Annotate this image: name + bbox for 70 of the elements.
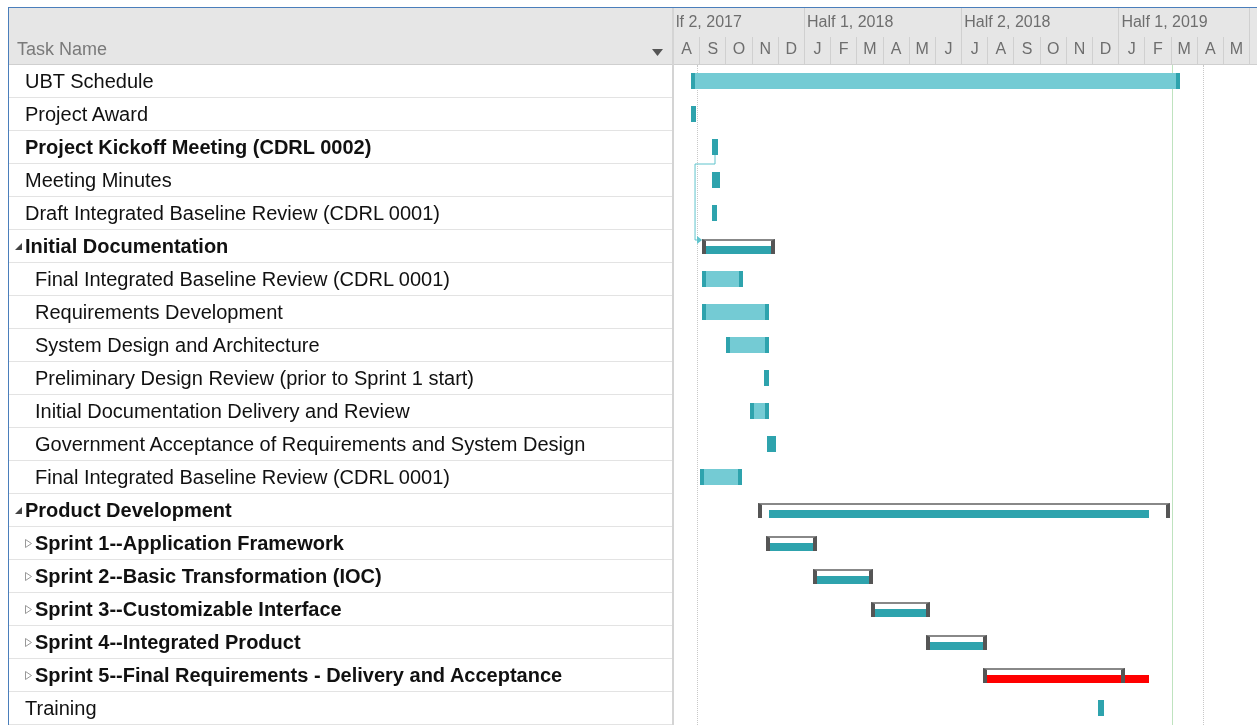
summary-bracket[interactable] — [758, 503, 1170, 518]
month-label: A — [1205, 40, 1216, 57]
task-bar[interactable] — [1097, 700, 1104, 716]
collapse-triangle-icon[interactable] — [15, 506, 22, 514]
month-label: M — [1229, 40, 1244, 57]
task-bar[interactable] — [766, 436, 776, 452]
month-label: N — [759, 40, 771, 57]
month-label: J — [1127, 40, 1136, 57]
expand-triangle-icon[interactable] — [25, 670, 32, 680]
month-label: F — [1153, 40, 1163, 57]
task-bar[interactable] — [701, 304, 769, 320]
expand-triangle-icon[interactable] — [25, 637, 32, 647]
task-name[interactable]: Sprint 3--Customizable Interface — [35, 597, 342, 621]
task-name[interactable]: Government Acceptance of Requirements and System Design — [35, 432, 586, 456]
task-name[interactable]: Project Award — [25, 102, 149, 126]
month-label: M — [863, 40, 877, 57]
timescale-label: lf 2, 2017 — [676, 13, 742, 30]
task-name[interactable]: Training — [25, 696, 97, 720]
task-name[interactable]: Sprint 2--Basic Transformation (IOC) — [35, 564, 382, 588]
task-name[interactable]: Project Kickoff Meeting (CDRL 0002) — [25, 135, 372, 159]
month-label: A — [890, 40, 902, 57]
task-name[interactable]: Preliminary Design Review (prior to Sprint 1 start) — [35, 366, 475, 390]
summary-bracket[interactable] — [766, 536, 817, 551]
timescale-label: Half 2, 2018 — [964, 13, 1051, 30]
month-label: S — [1021, 40, 1033, 57]
month-label: M — [915, 40, 929, 57]
expand-triangle-icon[interactable] — [25, 571, 32, 581]
month-label: O — [732, 40, 746, 57]
task-name[interactable]: Product Development — [25, 498, 232, 522]
month-label: M — [1177, 40, 1191, 57]
month-label: J — [970, 40, 979, 57]
month-label: O — [1047, 40, 1060, 57]
task-name[interactable]: Final Integrated Baseline Review (CDRL 0001) — [35, 465, 451, 489]
task-name[interactable]: UBT Schedule — [25, 69, 154, 93]
task-bar[interactable] — [701, 271, 743, 287]
task-name[interactable]: Initial Documentation — [25, 234, 229, 258]
month-label: F — [838, 40, 849, 57]
timescale-label: Half 1, 2018 — [807, 13, 894, 30]
expand-triangle-icon[interactable] — [25, 538, 32, 548]
task-name[interactable]: Meeting Minutes — [25, 168, 172, 192]
summary-bracket[interactable] — [812, 569, 873, 584]
month-label: D — [785, 40, 798, 57]
dropdown-caret-icon[interactable] — [652, 49, 663, 56]
task-name[interactable]: Requirements Development — [35, 300, 283, 324]
summary-bracket[interactable] — [982, 668, 1125, 683]
month-label: A — [681, 40, 692, 57]
month-label: N — [1073, 40, 1086, 57]
task-name[interactable]: Initial Documentation Delivery and Review — [35, 399, 410, 423]
task-name[interactable]: System Design and Architecture — [35, 333, 320, 357]
month-label: D — [1099, 40, 1112, 57]
expand-triangle-icon[interactable] — [25, 604, 32, 614]
summary-bracket[interactable] — [871, 602, 931, 617]
month-label: S — [707, 40, 719, 57]
task-name[interactable]: Sprint 5--Final Requirements - Delivery and Acceptance — [35, 663, 563, 687]
summary-bracket[interactable] — [702, 239, 775, 254]
timescale-label: Half 1, 2019 — [1121, 13, 1208, 30]
collapse-triangle-icon[interactable] — [15, 242, 22, 250]
task-bar[interactable] — [712, 172, 721, 188]
month-label: A — [995, 40, 1007, 57]
summary-bracket[interactable] — [926, 635, 987, 650]
month-label: J — [813, 40, 822, 57]
month-label: J — [944, 40, 953, 57]
task-bar[interactable] — [749, 403, 770, 419]
task-bar[interactable] — [763, 370, 770, 386]
task-bar[interactable] — [700, 469, 743, 485]
task-name[interactable]: Final Integrated Baseline Review (CDRL 0001) — [35, 267, 451, 291]
task-name[interactable]: Draft Integrated Baseline Review (CDRL 0001) — [25, 201, 440, 225]
task-name[interactable]: Sprint 1--Application Framework — [35, 531, 344, 555]
task-name[interactable]: Sprint 4--Integrated Product — [35, 630, 301, 654]
task-bar[interactable] — [725, 337, 769, 353]
